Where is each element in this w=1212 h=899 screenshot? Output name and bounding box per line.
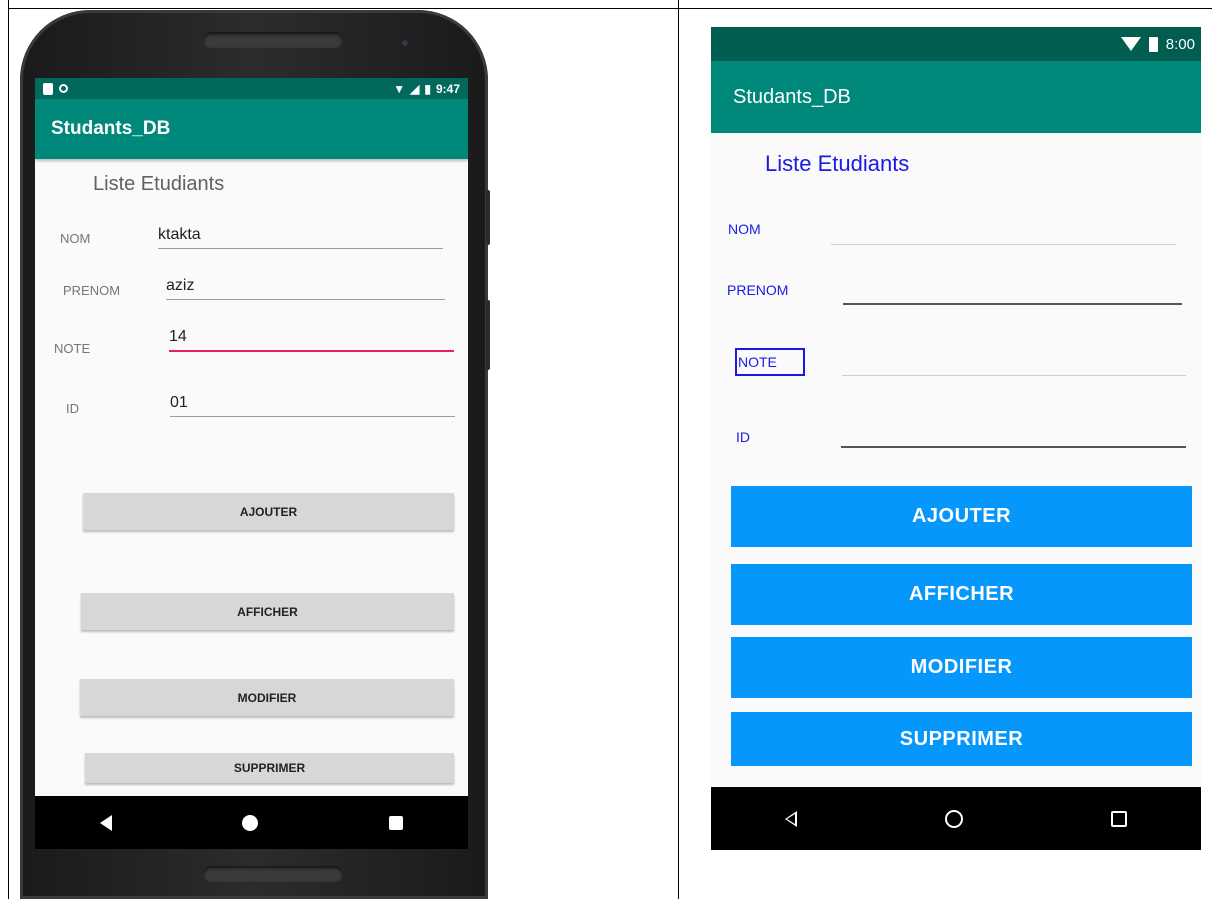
id-label: ID: [736, 429, 750, 445]
back-icon[interactable]: [785, 810, 797, 827]
back-icon[interactable]: [100, 814, 113, 831]
status-bar: 8:00: [711, 27, 1201, 61]
prenom-input[interactable]: aziz: [166, 277, 445, 300]
home-icon[interactable]: [945, 809, 963, 828]
prenom-input[interactable]: [843, 303, 1182, 305]
modifier-button[interactable]: MODIFIER: [80, 679, 454, 716]
toolbar-title: Studants_DB: [711, 61, 1201, 133]
status-time: 8:00: [1165, 35, 1195, 53]
note-label: NOTE: [735, 348, 805, 376]
supprimer-button[interactable]: SUPPRIMER: [731, 712, 1192, 766]
note-input[interactable]: [842, 375, 1186, 376]
power-button[interactable]: [486, 300, 490, 370]
navigation-bar: [35, 796, 468, 849]
sd-card-icon: [43, 82, 53, 95]
page-title: Liste Etudiants: [765, 151, 910, 176]
recents-icon[interactable]: [388, 815, 403, 830]
right-app-screen: 8:00 Studants_DB Liste Etudiants NOM PRE…: [711, 27, 1201, 850]
left-app-screen: ▼ ◢ ▮ 9:47 Studants_DB Liste Etudiants N…: [35, 78, 468, 849]
afficher-button[interactable]: AFFICHER: [731, 564, 1192, 625]
table-top-border: [8, 8, 1212, 9]
front-camera: [402, 40, 408, 46]
volume-button[interactable]: [486, 190, 490, 245]
sync-icon: [59, 84, 68, 93]
status-time: 9:47: [435, 81, 460, 96]
toolbar-title: Studants_DB: [35, 99, 468, 159]
ajouter-button[interactable]: AJOUTER: [731, 486, 1192, 547]
recents-icon[interactable]: [1111, 810, 1127, 827]
prenom-label: PRENOM: [727, 282, 789, 298]
afficher-button[interactable]: AFFICHER: [81, 593, 454, 630]
supprimer-button[interactable]: SUPPRIMER: [85, 753, 454, 783]
nom-input[interactable]: [831, 244, 1176, 245]
modifier-button[interactable]: MODIFIER: [731, 637, 1192, 698]
status-bar: ▼ ◢ ▮ 9:47: [35, 78, 468, 99]
note-input[interactable]: 14: [169, 328, 454, 352]
id-input[interactable]: [841, 446, 1186, 448]
nom-label: NOM: [728, 221, 761, 237]
battery-icon: ▮: [424, 81, 431, 96]
ajouter-button[interactable]: AJOUTER: [83, 493, 454, 530]
signal-icon: ◢: [410, 81, 420, 96]
prenom-label: PRENOM: [63, 283, 121, 298]
id-input[interactable]: 01: [170, 394, 455, 417]
bottom-speaker: [203, 866, 343, 882]
earpiece-speaker: [203, 32, 343, 48]
wifi-icon: ▼: [393, 81, 406, 96]
note-label: NOTE: [54, 341, 91, 356]
nom-input[interactable]: ktakta: [158, 226, 443, 249]
page-title: Liste Etudiants: [93, 173, 225, 195]
home-icon[interactable]: [242, 814, 259, 831]
id-label: ID: [66, 401, 79, 416]
nom-label: NOM: [60, 231, 91, 246]
table-left-border: [8, 0, 9, 899]
wifi-icon: [1120, 37, 1141, 51]
navigation-bar: [711, 787, 1201, 850]
table-divider: [678, 0, 679, 899]
battery-icon: [1148, 36, 1158, 52]
